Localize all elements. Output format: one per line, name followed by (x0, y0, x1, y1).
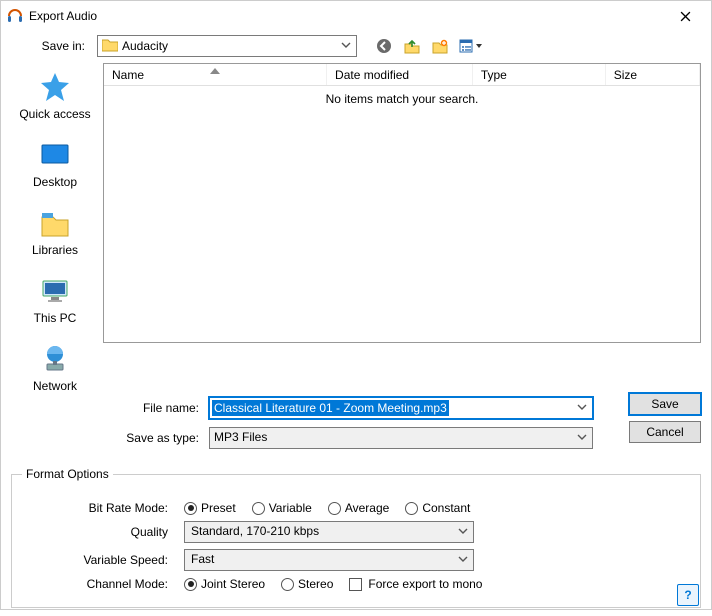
chevron-down-icon (457, 553, 469, 568)
up-one-level-button[interactable] (401, 35, 423, 57)
back-button[interactable] (373, 35, 395, 57)
quality-combo[interactable]: Standard, 170-210 kbps (184, 521, 474, 543)
audacity-app-icon (7, 8, 23, 24)
empty-list-text: No items match your search. (104, 86, 700, 106)
bitrate-variable-radio[interactable]: Variable (252, 501, 312, 515)
save-in-label: Save in: (11, 39, 91, 53)
savetype-combo[interactable]: MP3 Files (209, 427, 593, 449)
folder-icon (102, 38, 118, 55)
place-network[interactable]: Network (15, 343, 95, 393)
format-options-legend: Format Options (22, 467, 113, 481)
variable-speed-combo[interactable]: Fast (184, 549, 474, 571)
window-title: Export Audio (29, 9, 665, 23)
place-desktop[interactable]: Desktop (15, 139, 95, 189)
force-mono-checkbox[interactable]: Force export to mono (349, 577, 482, 591)
place-libraries[interactable]: Libraries (15, 207, 95, 257)
export-audio-dialog: Export Audio Save in: Audacity (0, 0, 712, 610)
chevron-down-icon (576, 401, 588, 416)
save-in-row: Save in: Audacity (1, 31, 711, 63)
place-this-pc[interactable]: This PC (15, 275, 95, 325)
place-quick-access[interactable]: Quick access (15, 71, 95, 121)
sort-asc-icon (210, 63, 220, 77)
bitrate-preset-radio[interactable]: Preset (184, 501, 236, 515)
filename-value: Classical Literature 01 - Zoom Meeting.m… (212, 400, 449, 416)
places-bar: Quick access Desktop Libraries This PC N… (11, 63, 99, 393)
checkbox-icon (349, 578, 362, 591)
column-date[interactable]: Date modified (327, 64, 473, 85)
chevron-down-icon (340, 39, 352, 54)
save-in-combo[interactable]: Audacity (97, 35, 357, 57)
help-button[interactable]: ? (677, 584, 699, 606)
titlebar: Export Audio (1, 1, 711, 31)
channel-joint-radio[interactable]: Joint Stereo (184, 577, 265, 591)
channel-mode-label: Channel Mode: (22, 577, 172, 591)
nav-toolbar (373, 35, 487, 57)
new-folder-button[interactable] (429, 35, 451, 57)
chevron-down-icon (457, 525, 469, 540)
column-headers: Name Date modified Type Size (104, 64, 700, 86)
column-size[interactable]: Size (606, 64, 700, 85)
view-menu-button[interactable] (457, 35, 487, 57)
column-name[interactable]: Name (104, 64, 327, 85)
filename-label: File name: (119, 401, 199, 415)
channel-stereo-radio[interactable]: Stereo (281, 577, 333, 591)
bitrate-constant-radio[interactable]: Constant (405, 501, 470, 515)
close-button[interactable] (665, 1, 705, 31)
column-type[interactable]: Type (473, 64, 606, 85)
bitrate-average-radio[interactable]: Average (328, 501, 389, 515)
file-list[interactable]: Name Date modified Type Size No items ma… (103, 63, 701, 343)
save-button[interactable]: Save (629, 393, 701, 415)
savetype-label: Save as type: (119, 431, 199, 445)
chevron-down-icon (576, 431, 588, 446)
format-options-group: Format Options Bit Rate Mode: Preset Var… (11, 467, 701, 608)
filename-input[interactable]: Classical Literature 01 - Zoom Meeting.m… (209, 397, 593, 419)
save-in-value: Audacity (122, 39, 168, 53)
cancel-button[interactable]: Cancel (629, 421, 701, 443)
quality-label: Quality (22, 525, 172, 539)
variable-speed-label: Variable Speed: (22, 553, 172, 567)
bitrate-mode-label: Bit Rate Mode: (22, 501, 172, 515)
